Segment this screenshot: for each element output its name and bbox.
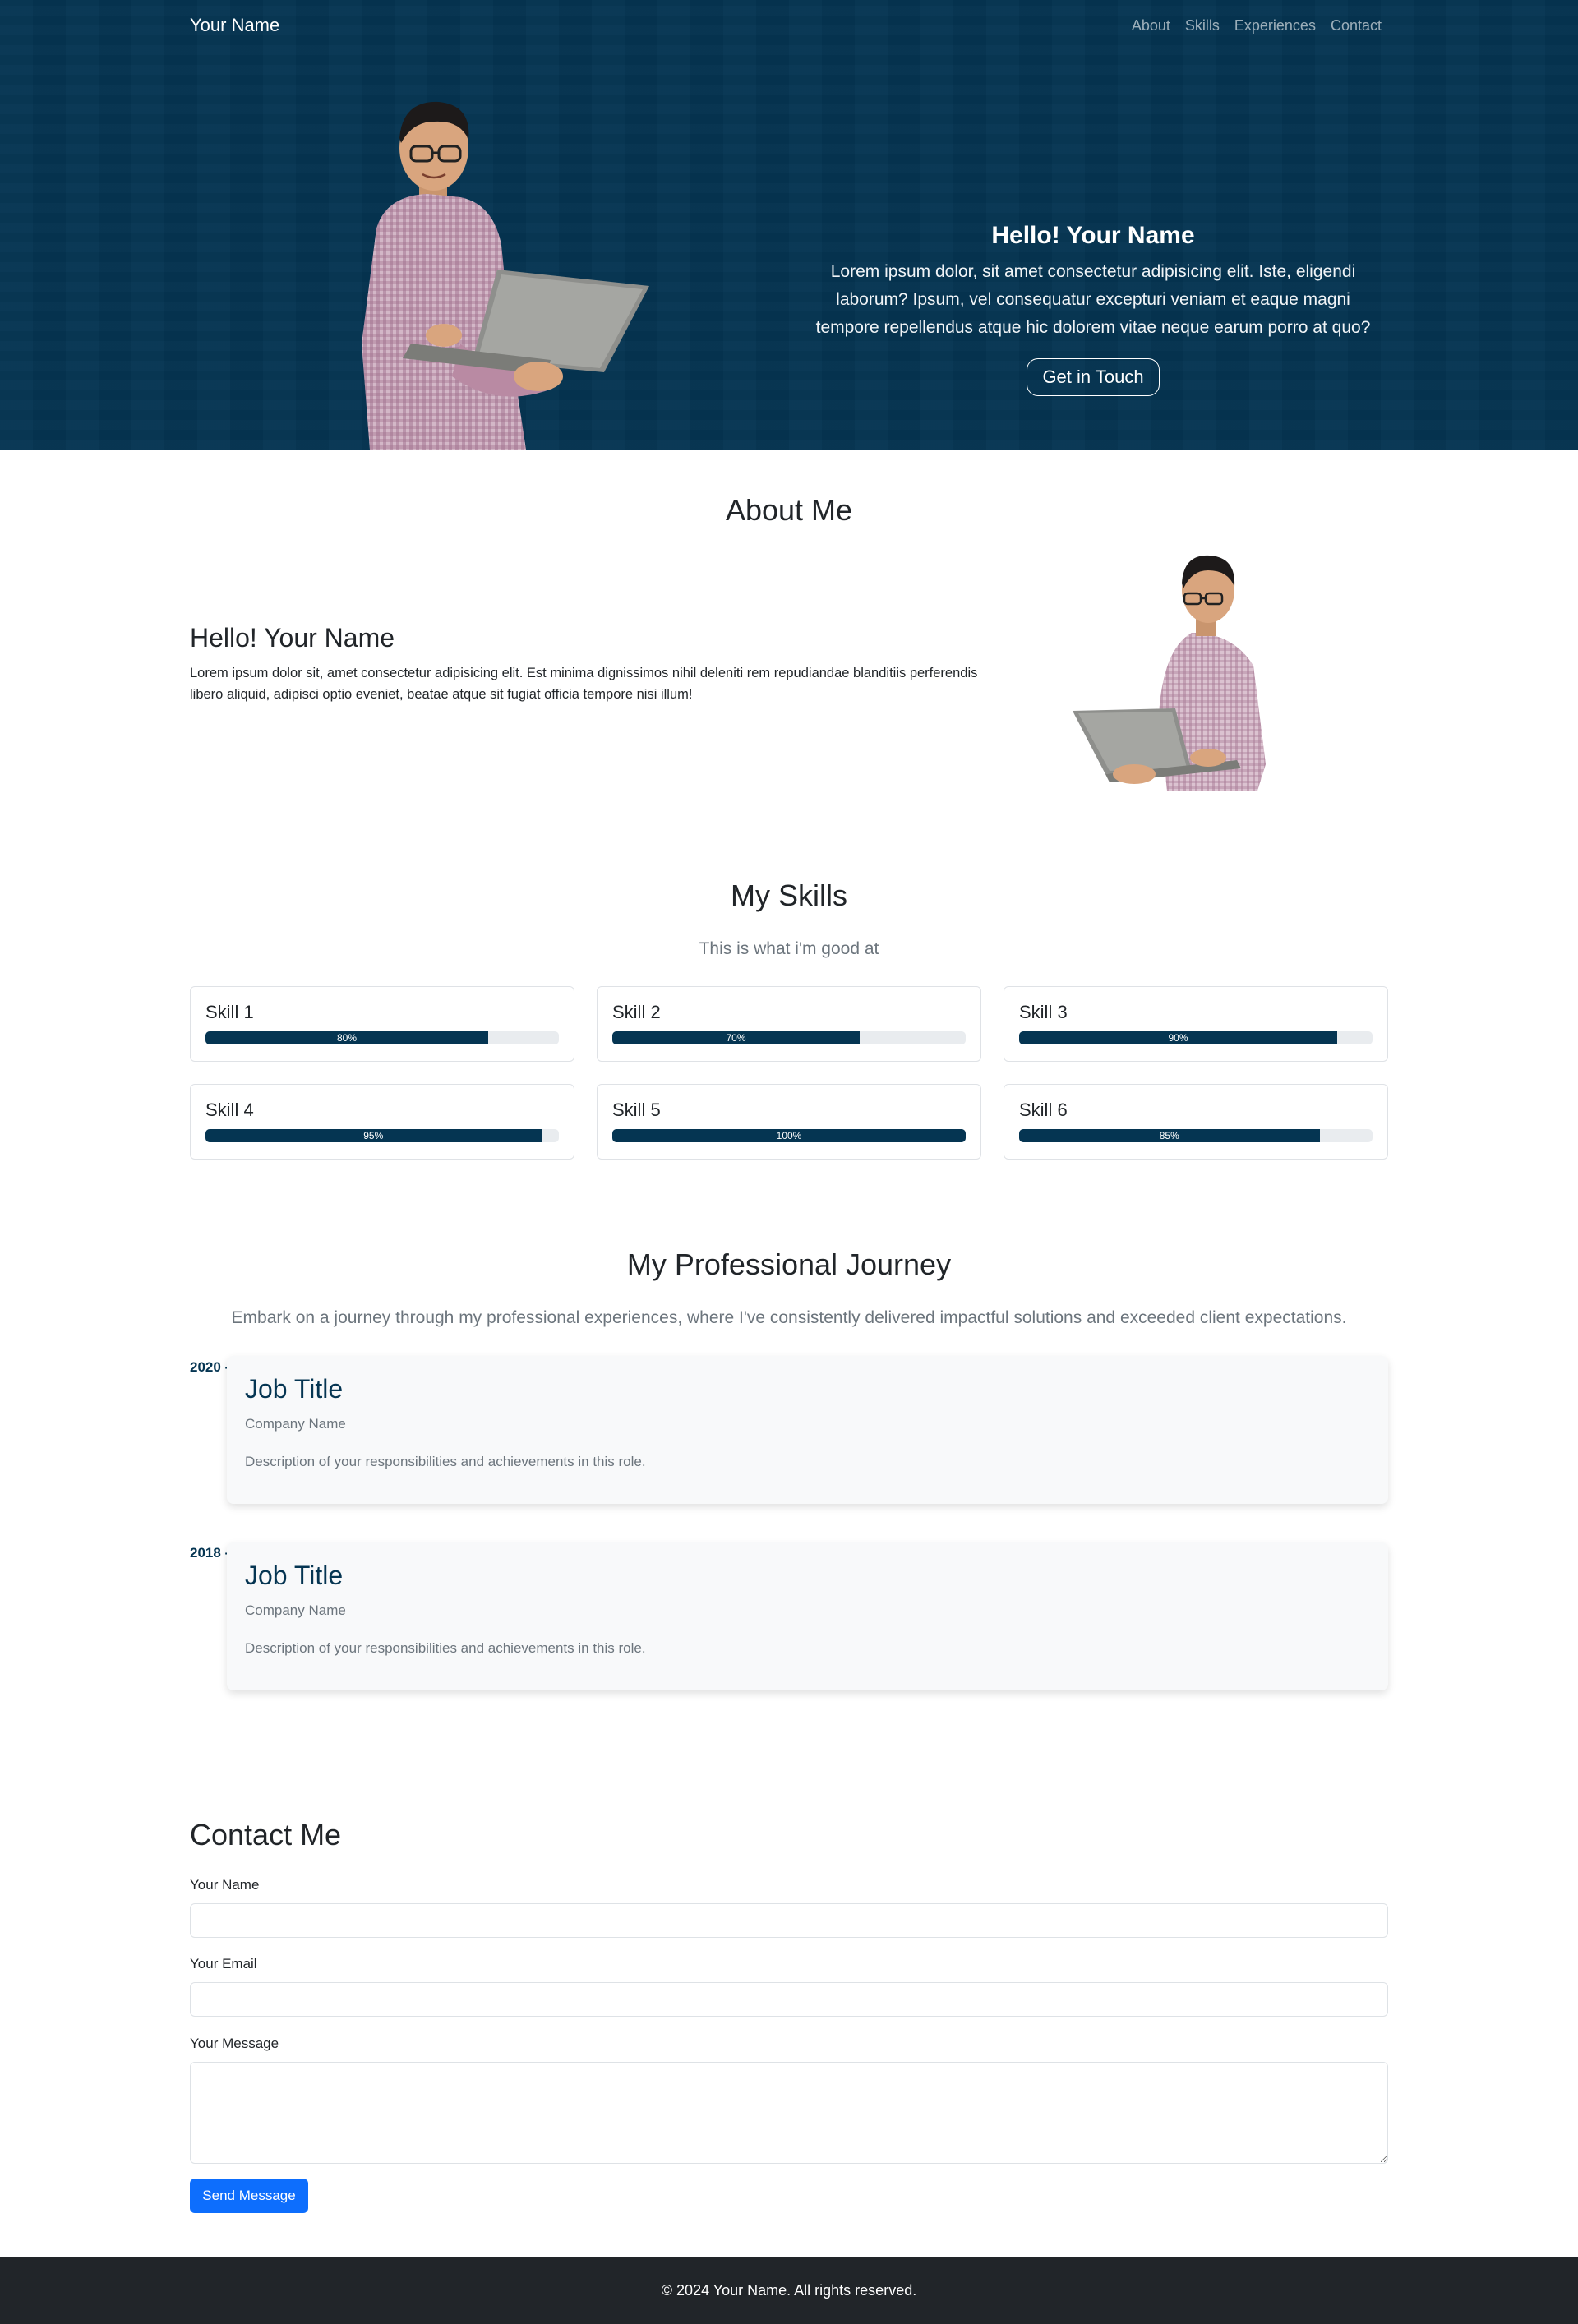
hero-section: Your Name About Skills Experiences Conta… [0,0,1578,450]
skill-name: Skill 4 [205,1100,254,1120]
email-input[interactable] [190,1982,1388,2017]
skill-name: Skill 5 [612,1100,661,1120]
job-company: Company Name [245,1416,346,1432]
skill-card: Skill 1 80% [190,986,574,1062]
job-card: Job Title Company Name Description of yo… [227,1356,1388,1504]
skill-progress-bar: 95% [205,1129,559,1142]
skill-card: Skill 6 85% [1004,1084,1388,1160]
navbar-links: About Skills Experiences Contact [1132,17,1382,35]
about-text: Lorem ipsum dolor sit, amet consectetur … [190,666,978,702]
journey-subtitle: Embark on a journey through my professio… [231,1308,1347,1327]
send-message-button[interactable]: Send Message [190,2179,308,2213]
skill-name: Skill 1 [205,1002,254,1022]
job-description: Description of your responsibilities and… [245,1454,646,1469]
message-field-label: Your Message [190,2036,279,2051]
journey-section-title: My Professional Journey [626,1247,952,1281]
nav-link-experiences[interactable]: Experiences [1234,17,1316,35]
hero-description: Lorem ipsum dolor, sit amet consectetur … [815,262,1371,337]
name-input[interactable] [190,1903,1388,1938]
hero-text-block: Hello! Your Name Lorem ipsum dolor, sit … [805,222,1381,396]
skill-card: Skill 2 70% [597,986,981,1062]
skill-name: Skill 6 [1019,1100,1068,1120]
email-field-label: Your Email [190,1956,257,1971]
skill-card: Skill 5 100% [597,1084,981,1160]
get-in-touch-button[interactable]: Get in Touch [1027,358,1160,396]
skill-progress-fill: 90% [1019,1031,1337,1044]
skills-section-title: My Skills [731,878,847,912]
skill-progress-bar: 80% [205,1031,559,1044]
hero-title: Hello! Your Name [991,222,1195,249]
skills-subtitle: This is what i'm good at [699,939,879,958]
hero-person-image [362,101,649,450]
skill-name: Skill 2 [612,1002,661,1022]
job-company: Company Name [245,1602,346,1618]
skill-progress-bar: 90% [1019,1031,1373,1044]
skill-progress-bar: 70% [612,1031,966,1044]
footer: © 2024 Your Name. All rights reserved. [0,2257,1578,2324]
message-textarea[interactable] [190,2062,1388,2164]
job-description: Description of your responsibilities and… [245,1640,646,1656]
navbar-brand[interactable]: Your Name [190,15,279,36]
footer-copyright: © 2024 Your Name. All rights reserved. [661,2282,917,2299]
skill-card: Skill 4 95% [190,1084,574,1160]
skill-progress-fill: 100% [612,1129,966,1142]
nav-link-contact[interactable]: Contact [1331,17,1382,35]
skill-name: Skill 3 [1019,1002,1068,1022]
contact-title: Contact Me [190,1818,342,1851]
skill-progress-fill: 95% [205,1129,542,1142]
skill-progress-bar: 85% [1019,1129,1373,1142]
nav-link-skills[interactable]: Skills [1185,17,1220,35]
skill-progress-fill: 70% [612,1031,860,1044]
about-person-image [1073,555,1266,791]
skills-grid: Skill 1 80% Skill 2 70% Skill 3 90% Skil… [190,986,1388,1160]
job-title: Job Title [245,1374,344,1404]
skill-progress-bar: 100% [612,1129,966,1142]
skill-progress-fill: 80% [205,1031,488,1044]
job-title: Job Title [245,1561,344,1590]
skill-card: Skill 3 90% [1004,986,1388,1062]
about-section-title: About Me [725,493,853,527]
about-heading: Hello! Your Name [190,623,395,652]
name-field-label: Your Name [190,1877,260,1893]
skill-progress-fill: 85% [1019,1129,1320,1142]
job-card: Job Title Company Name Description of yo… [227,1542,1388,1690]
nav-link-about[interactable]: About [1132,17,1170,35]
